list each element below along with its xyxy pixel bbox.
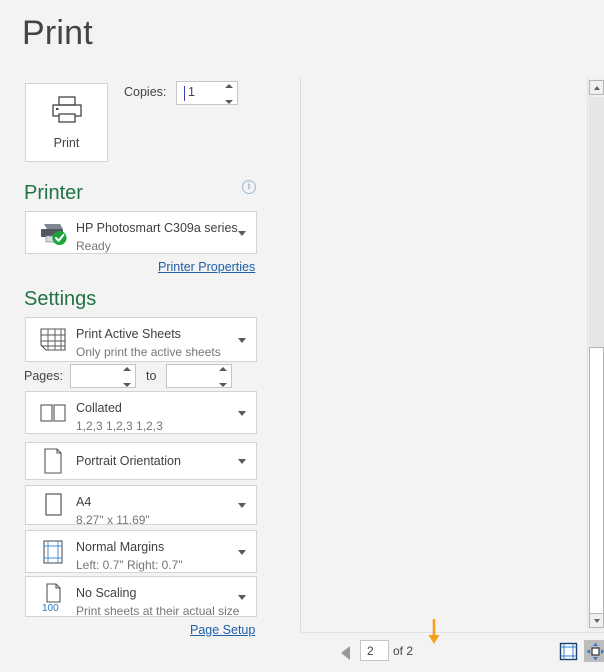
chevron-down-icon[interactable] bbox=[238, 410, 246, 416]
printer-section-heading: Printer bbox=[24, 182, 83, 204]
page-setup-link[interactable]: Page Setup bbox=[190, 623, 255, 637]
copies-input[interactable]: 1 bbox=[176, 81, 238, 105]
collation-title: Collated bbox=[76, 401, 122, 415]
printer-name: HP Photosmart C309a series bbox=[76, 221, 238, 235]
stepper-up-icon[interactable] bbox=[122, 367, 131, 371]
stepper-up-icon[interactable] bbox=[224, 84, 233, 88]
print-what-select[interactable]: Print Active Sheets Only print the activ… bbox=[25, 317, 257, 362]
show-margins-icon[interactable] bbox=[557, 640, 579, 662]
chevron-down-icon[interactable] bbox=[238, 594, 246, 600]
chevron-down-icon[interactable] bbox=[238, 337, 246, 343]
settings-section-heading: Settings bbox=[24, 288, 97, 310]
chevron-down-icon[interactable] bbox=[238, 230, 246, 236]
collation-select[interactable]: Collated 1,2,3 1,2,3 1,2,3 bbox=[25, 391, 257, 434]
zoom-to-page-icon[interactable] bbox=[584, 640, 604, 662]
chevron-down-icon[interactable] bbox=[238, 459, 246, 464]
pages-to-input[interactable] bbox=[166, 364, 232, 388]
scaling-title: No Scaling bbox=[76, 586, 137, 600]
print-button[interactable]: Print bbox=[25, 83, 108, 162]
margins-icon bbox=[34, 531, 72, 572]
vertical-scrollbar[interactable] bbox=[587, 78, 604, 632]
printer-ready-icon bbox=[34, 212, 72, 253]
annotation-arrow-icon bbox=[428, 619, 440, 644]
margins-select[interactable]: Normal Margins Left: 0.7" Right: 0.7" bbox=[25, 530, 257, 573]
orientation-select[interactable]: Portrait Orientation bbox=[25, 442, 257, 480]
scroll-up-icon bbox=[593, 85, 600, 90]
info-icon[interactable]: i bbox=[242, 180, 256, 194]
pages-from-stepper[interactable] bbox=[122, 367, 131, 387]
printer-icon bbox=[50, 95, 84, 130]
scrollbar-track[interactable] bbox=[589, 97, 604, 347]
stepper-down-icon[interactable] bbox=[122, 383, 131, 387]
margins-subtitle: Left: 0.7" Right: 0.7" bbox=[76, 558, 183, 572]
paper-size-select[interactable]: A4 8.27" x 11.69" bbox=[25, 485, 257, 527]
chevron-down-icon[interactable] bbox=[238, 503, 246, 508]
collate-icon bbox=[34, 392, 72, 433]
scroll-up-arrow[interactable] bbox=[589, 80, 604, 95]
preview-status-bar: 2 of 2 bbox=[301, 619, 604, 672]
stepper-up-icon[interactable] bbox=[218, 367, 227, 371]
previous-page-arrow[interactable] bbox=[341, 646, 350, 660]
svg-text:100: 100 bbox=[42, 603, 59, 612]
stepper-down-icon[interactable] bbox=[218, 383, 227, 387]
printer-status: Ready bbox=[76, 239, 111, 253]
chevron-down-icon[interactable] bbox=[238, 549, 246, 555]
printer-select[interactable]: HP Photosmart C309a series Ready bbox=[25, 211, 257, 254]
copies-value: 1 bbox=[188, 85, 195, 99]
portrait-page-icon bbox=[34, 443, 72, 479]
collation-subtitle: 1,2,3 1,2,3 1,2,3 bbox=[76, 419, 163, 433]
print-what-title: Print Active Sheets bbox=[76, 327, 181, 341]
copies-label: Copies: bbox=[124, 85, 167, 99]
current-page-value: 2 bbox=[367, 644, 374, 658]
pages-label: Pages: bbox=[24, 369, 63, 383]
scaling-subtitle: Print sheets at their actual size bbox=[76, 604, 240, 618]
scaling-select[interactable]: 100 No Scaling Print sheets at their act… bbox=[25, 576, 257, 618]
pages-from-input[interactable] bbox=[70, 364, 136, 388]
pages-to-stepper[interactable] bbox=[218, 367, 227, 387]
scaling-icon: 100 bbox=[34, 577, 72, 616]
print-what-subtitle: Only print the active sheets bbox=[76, 345, 221, 359]
stepper-down-icon[interactable] bbox=[224, 100, 233, 104]
sheet-grid-icon bbox=[34, 318, 72, 361]
page-count-label: of 2 bbox=[393, 644, 414, 658]
page-number-input[interactable]: 2 bbox=[360, 619, 440, 661]
paper-size-title: A4 bbox=[76, 495, 92, 509]
scroll-down-arrow[interactable] bbox=[589, 613, 604, 628]
paper-size-icon bbox=[34, 486, 72, 524]
printer-properties-link[interactable]: Printer Properties bbox=[158, 260, 255, 274]
orientation-title: Portrait Orientation bbox=[76, 454, 181, 468]
text-caret bbox=[184, 86, 185, 101]
scroll-down-icon bbox=[593, 618, 600, 623]
margins-title: Normal Margins bbox=[76, 540, 165, 554]
paper-size-subtitle: 8.27" x 11.69" bbox=[76, 513, 150, 527]
copies-stepper[interactable] bbox=[224, 84, 233, 104]
page-title: Print bbox=[22, 14, 93, 52]
print-preview-area[interactable]: Table 2 11112447029483482126848349898967… bbox=[301, 72, 574, 610]
pages-to-label: to bbox=[146, 369, 157, 383]
scrollbar-thumb[interactable] bbox=[589, 347, 604, 628]
print-button-label: Print bbox=[53, 136, 80, 150]
